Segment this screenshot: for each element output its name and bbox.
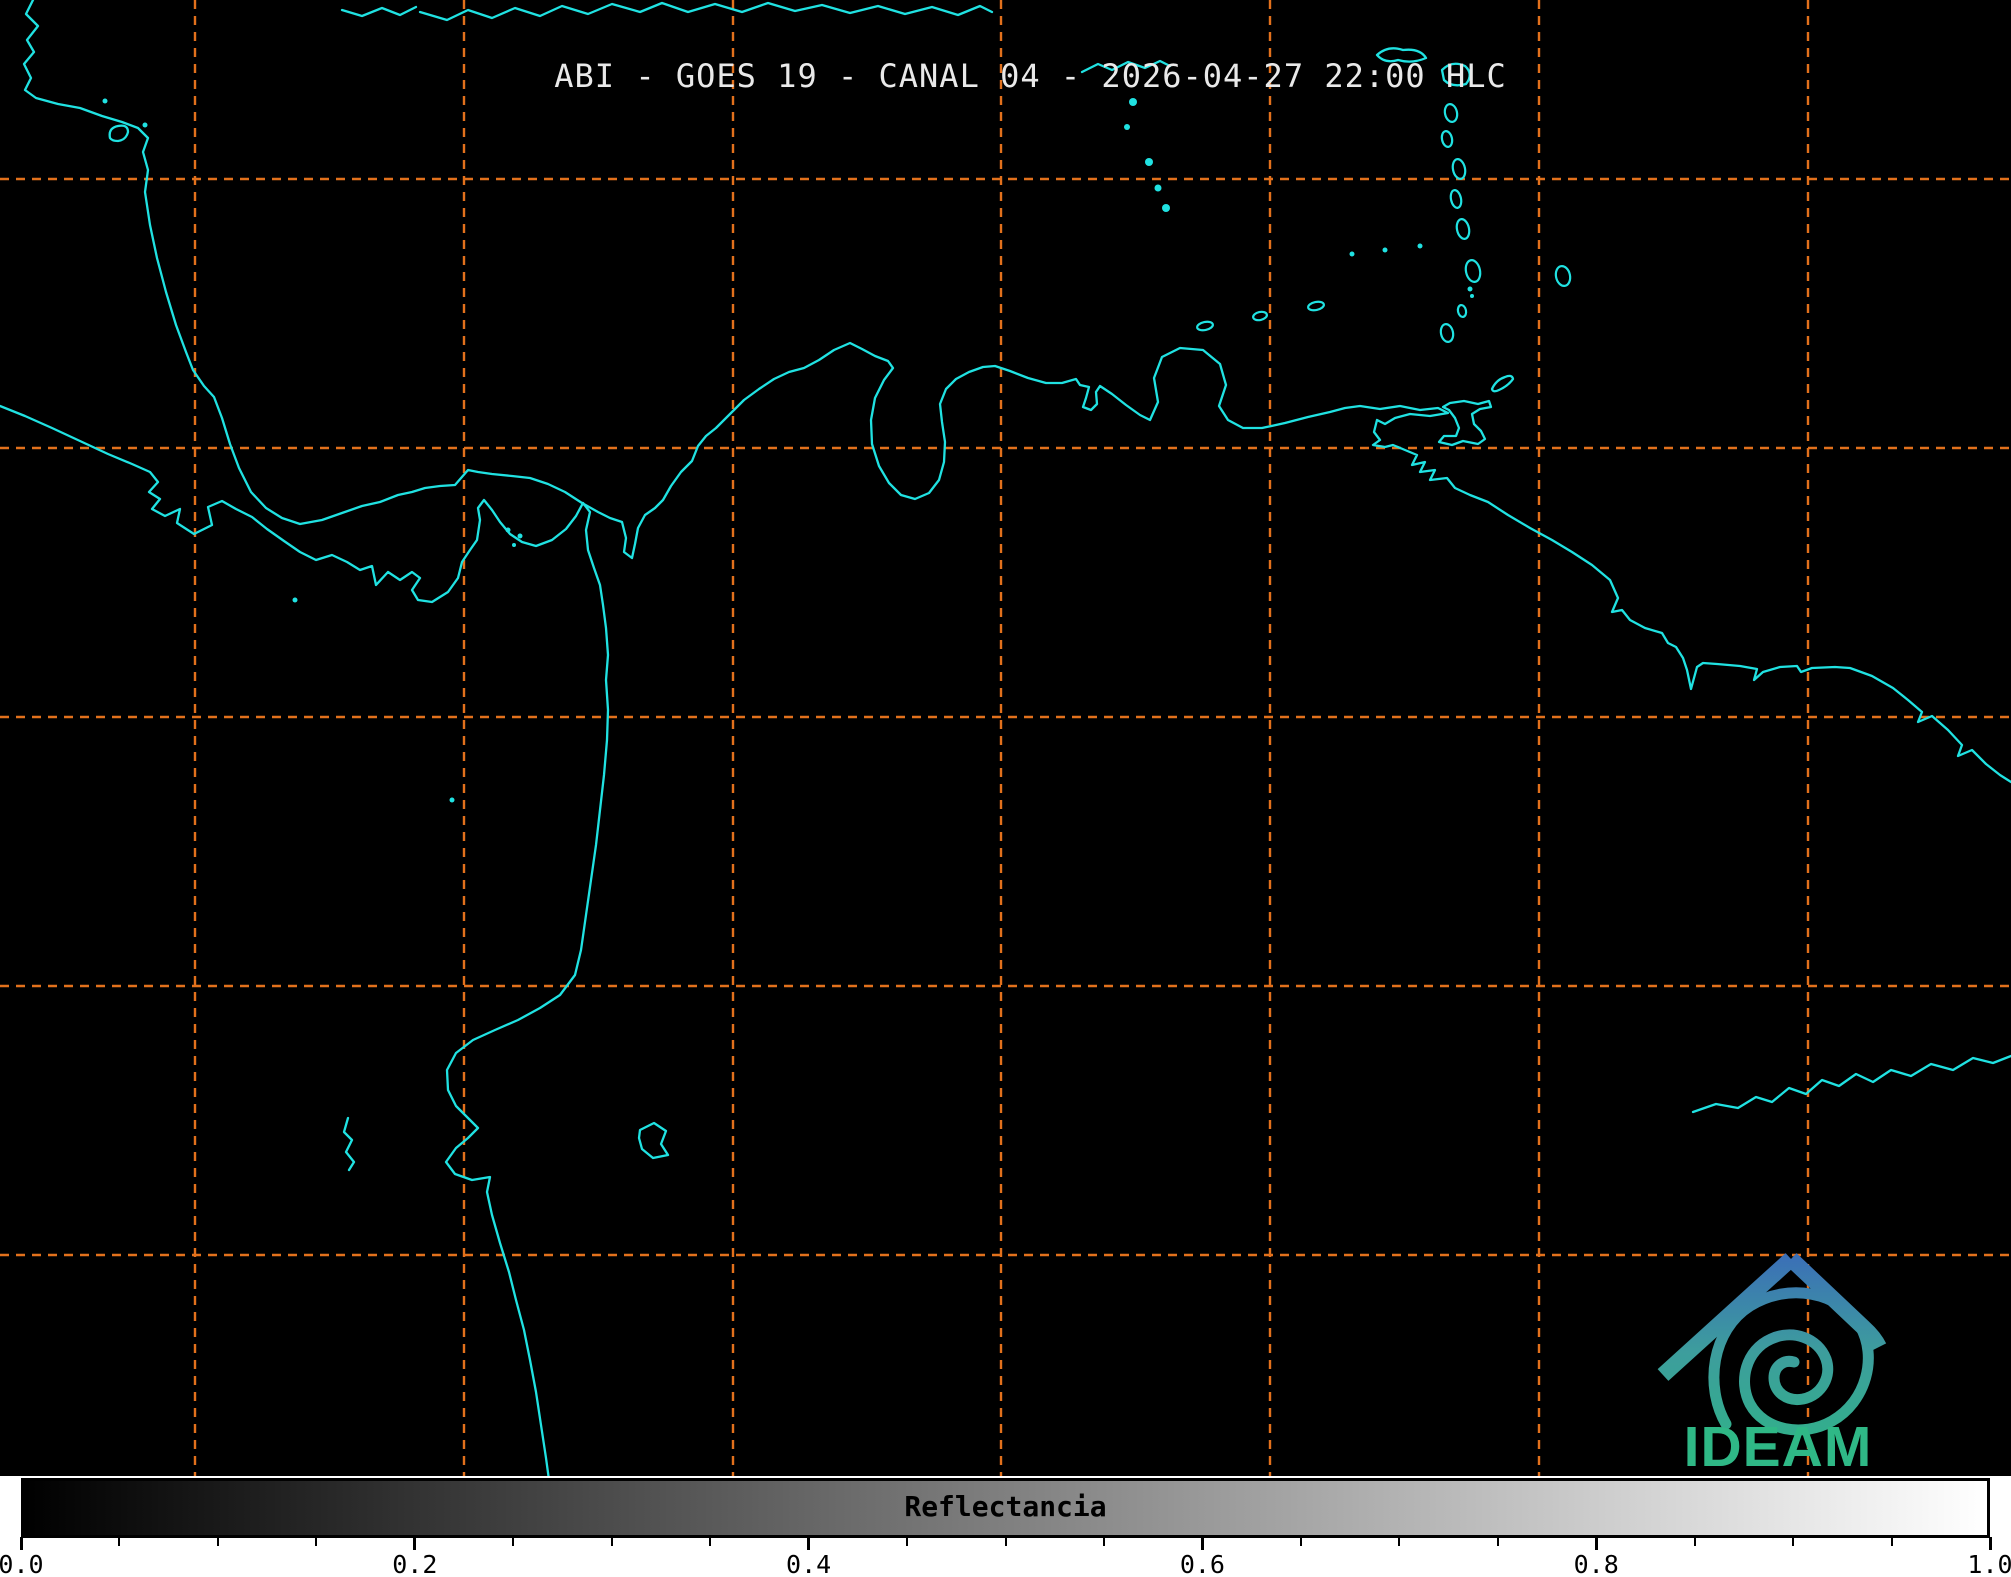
colorbar-label: Reflectancia [904,1490,1107,1523]
satellite-map: IDEAM ABI - GOES 19 - CANAL 04 - 2026-04… [0,0,2011,1476]
island-dot [1382,247,1388,253]
island-dot [517,533,523,539]
colorbar-major-tick [807,1537,811,1550]
island-dot [1417,243,1423,249]
island-dot [1470,294,1474,298]
colorbar-major-tick [19,1537,23,1550]
island-dot [512,543,516,547]
colorbar-tick-label: 0.4 [786,1550,832,1577]
colorbar-minor-tick [512,1537,515,1546]
map-canvas: IDEAM [0,0,2011,1476]
trinidad-island [1437,399,1493,447]
colorbar-minor-tick [216,1537,219,1546]
barbados-island [1554,265,1572,287]
aruba-island [1196,320,1214,332]
lesser-antilles-chain-island [1449,189,1463,209]
lesser-antilles-chain-island [1440,130,1454,148]
island-dot [1129,98,1137,106]
logo-text: IDEAM [1684,1415,1873,1476]
lesser-antilles-chain-island [1456,303,1468,319]
colorbar-major-tick [1988,1537,1992,1550]
colorbar-major-tick [413,1537,417,1550]
colorbar-minor-tick [1693,1537,1696,1546]
colorbar-major-tick [1200,1537,1204,1550]
colorbar-tick-label: 1.0 [1967,1550,2011,1577]
island-dot [1145,158,1153,166]
colorbar-minor-tick [709,1537,712,1546]
logo-mountain-icon [1657,1253,1797,1381]
island-dot [449,797,455,803]
ecuador-coast-islets [342,1116,356,1172]
lesser-antilles-chain-island [1451,158,1467,180]
satellite-image-viewer: IDEAM ABI - GOES 19 - CANAL 04 - 2026-04… [0,0,2011,1577]
island-dot [1349,251,1355,257]
island-dot [1467,286,1473,292]
colorbar-minor-tick [1004,1537,1007,1546]
colorbar-minor-tick [1398,1537,1401,1546]
guiana-coast-zigzag [1691,1054,2011,1114]
map-title: ABI - GOES 19 - CANAL 04 - 2026-04-27 22… [554,57,1507,95]
puna-island [637,1121,670,1160]
colorbar-minor-tick [1792,1537,1795,1546]
pacific-coast-central-america-to-peru [0,404,610,1476]
coastline-layer [0,0,2011,1476]
colorbar-major-tick [1594,1537,1598,1550]
hispaniola-south-coast-fragment [418,1,994,22]
colorbar-minor-tick [1496,1537,1499,1546]
colorbar-minor-tick [610,1537,613,1546]
island-dot [142,122,148,128]
colorbar-tick-label: 0.6 [1179,1550,1225,1577]
bonaire-island [1307,300,1325,312]
colorbar-minor-tick [315,1537,318,1546]
nicaragua-cape-islet [108,124,130,143]
colorbar-minor-tick [1299,1537,1302,1546]
tobago-island [1490,374,1515,393]
island-dot [1124,124,1130,130]
colorbar-tick-label: 0.0 [0,1550,44,1577]
island-dot [505,527,511,533]
island-dot [1162,204,1170,212]
island-dot [102,98,108,104]
colorbar-tick-label: 0.8 [1573,1550,1619,1577]
island-dot [1154,184,1162,192]
lesser-antilles-chain-island [1443,103,1459,123]
colorbar: Reflectancia 0.0 0.2 0.4 0.6 0.8 1.0 [0,1476,2011,1577]
lesser-antilles-chain-island [1455,218,1471,240]
lesser-antilles-chain-island [1464,259,1482,283]
jamaica-east-fragment [340,5,418,18]
ideam-logo: IDEAM [1657,1253,1887,1476]
latlon-grid [0,0,2011,1476]
colorbar-minor-tick [1102,1537,1105,1546]
colorbar-tick-label: 0.2 [392,1550,438,1577]
logo-hurricane-spiral-icon [1708,1287,1874,1436]
colorbar-minor-tick [906,1537,909,1546]
colorbar-minor-tick [118,1537,121,1546]
colorbar-minor-tick [1890,1537,1893,1546]
central-america-caribbean-to-atlantic-coast [22,0,2011,784]
island-dot [292,597,298,603]
grenada-island [1439,323,1455,343]
curacao-island [1252,310,1268,322]
